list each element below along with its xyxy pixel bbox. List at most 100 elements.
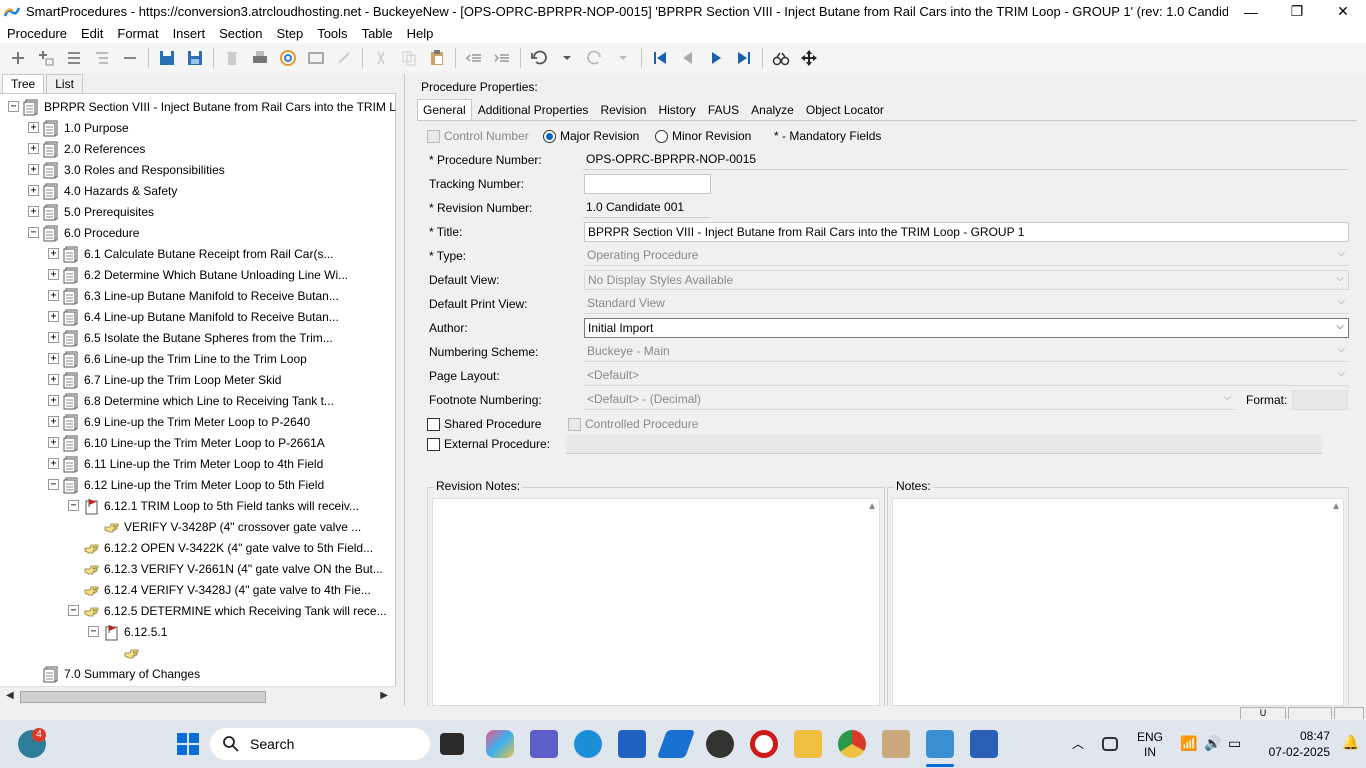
tracking-number-input[interactable] — [584, 174, 711, 194]
save-button[interactable] — [181, 45, 209, 71]
store-app-icon[interactable] — [618, 730, 646, 758]
wifi-icon[interactable]: 📶 — [1180, 735, 1197, 752]
tree-node[interactable]: +6.7 Line-up the Trim Loop Meter Skid — [48, 369, 281, 390]
collapse-icon[interactable]: − — [48, 479, 59, 490]
copy-button[interactable] — [395, 45, 423, 71]
find-button[interactable] — [767, 45, 795, 71]
expand-icon[interactable]: + — [48, 437, 59, 448]
shared-procedure-checkbox[interactable] — [427, 418, 440, 431]
redo-button[interactable] — [581, 45, 609, 71]
default-view-select[interactable]: No Display Styles Available ⌵ — [584, 270, 1349, 290]
expand-icon[interactable]: + — [48, 290, 59, 301]
chrome-app-icon[interactable] — [838, 730, 866, 758]
volume-icon[interactable]: 🔊 — [1204, 735, 1221, 752]
collapse-icon[interactable]: − — [8, 101, 19, 112]
print-button[interactable] — [246, 45, 274, 71]
battery-icon[interactable]: ▭ — [1228, 735, 1241, 752]
expand-icon[interactable]: + — [48, 395, 59, 406]
menu-format[interactable]: Format — [110, 26, 165, 41]
undo-button[interactable] — [525, 45, 553, 71]
file-explorer-app-icon[interactable] — [794, 730, 822, 758]
expand-icon[interactable]: + — [48, 248, 59, 259]
menu-tools[interactable]: Tools — [310, 26, 354, 41]
expand-icon[interactable]: + — [48, 311, 59, 322]
tree-node[interactable]: 7.0 Summary of Changes — [28, 663, 200, 684]
collapse-icon[interactable]: − — [68, 500, 79, 511]
format-field[interactable] — [1292, 390, 1348, 410]
remove-button[interactable] — [116, 45, 144, 71]
notes-textarea[interactable]: ▲ — [892, 498, 1344, 706]
power-automate-app-icon[interactable] — [656, 730, 696, 758]
expand-icon[interactable]: + — [28, 143, 39, 154]
expand-icon[interactable]: + — [28, 164, 39, 175]
author-select[interactable]: Initial Import ⌵ — [584, 318, 1349, 338]
dell-app-icon[interactable] — [706, 730, 734, 758]
menu-help[interactable]: Help — [400, 26, 441, 41]
tree-node[interactable]: +6.10 Line-up the Trim Meter Loop to P-2… — [48, 432, 325, 453]
tree-node[interactable]: 6.12.3 VERIFY V-2661N (4" gate valve ON … — [68, 558, 383, 579]
expand-icon[interactable]: + — [48, 353, 59, 364]
tree-node[interactable]: +6.3 Line-up Butane Manifold to Receive … — [48, 285, 339, 306]
revision-number-field[interactable]: 1.0 Candidate 001 — [583, 198, 711, 218]
tree-node[interactable]: − 6.12 Line-up the Trim Meter Loop to 5th… — [48, 474, 324, 495]
expand-icon[interactable]: + — [28, 122, 39, 133]
undo-dropdown-button[interactable] — [553, 45, 581, 71]
tab-revision[interactable]: Revision — [594, 99, 652, 120]
restore-button[interactable]: ❐ — [1274, 0, 1320, 23]
minimize-button[interactable]: — — [1228, 0, 1274, 23]
procedure-number-field[interactable]: OPS-OPRC-BPRPR-NOP-0015 — [583, 150, 1348, 170]
terminal-app-icon[interactable] — [440, 733, 464, 755]
tree-node[interactable]: +1.0 Purpose — [28, 117, 129, 138]
word-app-icon[interactable] — [970, 730, 998, 758]
tab-additional-properties[interactable]: Additional Properties — [472, 99, 595, 120]
add-subsection-button[interactable] — [32, 45, 60, 71]
chevron-up-icon[interactable]: ︿ — [1072, 735, 1084, 752]
redo-dropdown-button[interactable] — [609, 45, 637, 71]
link-button[interactable] — [330, 45, 358, 71]
tree-node[interactable]: − 6.12.5.1 — [88, 621, 167, 642]
title-input[interactable]: BPRPR Section VIII - Inject Butane from … — [584, 222, 1349, 242]
notification-bell-icon[interactable]: 🔔 — [1342, 734, 1359, 751]
tree-node[interactable]: +4.0 Hazards & Safety — [28, 180, 177, 201]
tree-node[interactable]: +6.5 Isolate the Butane Spheres from the… — [48, 327, 333, 348]
edge-app-icon[interactable] — [574, 730, 602, 758]
list-button[interactable] — [60, 45, 88, 71]
minor-revision-radio[interactable] — [655, 130, 668, 143]
tree-node[interactable]: +6.2 Determine Which Butane Unloading Li… — [48, 264, 348, 285]
expand-icon[interactable]: + — [48, 458, 59, 469]
spell-check-button[interactable] — [274, 45, 302, 71]
copilot-app-icon[interactable] — [486, 730, 514, 758]
outdent-button[interactable] — [460, 45, 488, 71]
previous-button[interactable] — [674, 45, 702, 71]
windows-start-icon[interactable] — [176, 732, 200, 756]
last-button[interactable] — [730, 45, 758, 71]
next-button[interactable] — [702, 45, 730, 71]
collapse-icon[interactable]: − — [88, 626, 99, 637]
scroll-right-icon[interactable]: ▶ — [380, 690, 388, 701]
scrollbar-thumb[interactable] — [20, 691, 266, 703]
revision-notes-textarea[interactable]: ▲ — [432, 498, 880, 706]
move-button[interactable] — [795, 45, 823, 71]
tree-node[interactable]: +6.8 Determine which Line to Receiving T… — [48, 390, 334, 411]
scroll-up-icon[interactable]: ▲ — [1331, 501, 1341, 512]
tab-tree[interactable]: Tree — [2, 74, 45, 93]
tree-node[interactable]: − BPRPR Section VIII - Inject Butane from… — [8, 96, 396, 117]
language-region[interactable]: IN — [1136, 745, 1164, 759]
cut-button[interactable] — [367, 45, 395, 71]
menu-section[interactable]: Section — [212, 26, 269, 41]
add-section-button[interactable] — [4, 45, 32, 71]
network-status-icon[interactable] — [1102, 737, 1118, 751]
tree-node[interactable]: +2.0 References — [28, 138, 145, 159]
tree-node[interactable]: − 6.0 Procedure — [28, 222, 139, 243]
indent-button[interactable] — [488, 45, 516, 71]
menu-edit[interactable]: Edit — [74, 26, 110, 41]
expand-icon[interactable]: + — [28, 185, 39, 196]
sublist-button[interactable] — [88, 45, 116, 71]
tree-node[interactable]: 6.12.2 OPEN V-3422K (4" gate valve to 5t… — [68, 537, 373, 558]
first-button[interactable] — [646, 45, 674, 71]
tree-node[interactable]: 6.12.4 VERIFY V-3428J (4" gate valve to … — [68, 579, 371, 600]
menu-procedure[interactable]: Procedure — [0, 26, 74, 41]
collapse-icon[interactable]: − — [28, 227, 39, 238]
tab-general[interactable]: General — [417, 99, 472, 120]
tree-node[interactable]: +6.1 Calculate Butane Receipt from Rail … — [48, 243, 333, 264]
